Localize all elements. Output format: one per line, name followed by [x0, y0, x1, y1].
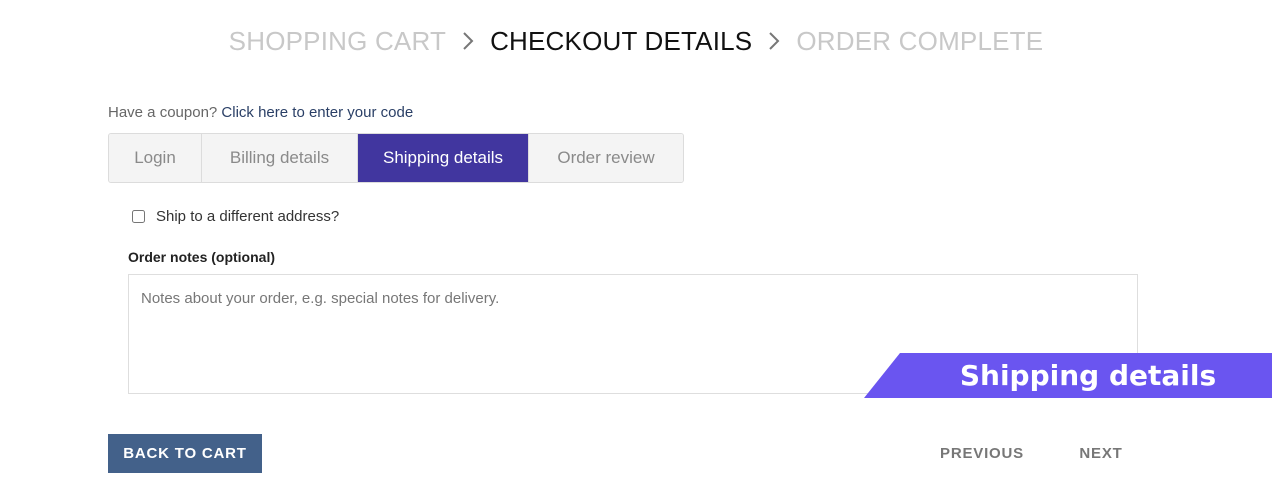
previous-button[interactable]: PREVIOUS — [932, 434, 1032, 473]
ribbon-text: Shipping details — [959, 359, 1217, 392]
ship-different-address[interactable]: Ship to a different address? — [132, 208, 339, 225]
coupon-notice: Have a coupon? Click here to enter your … — [108, 104, 413, 121]
order-notes-label: Order notes (optional) — [128, 249, 275, 265]
next-button[interactable]: NEXT — [1068, 434, 1134, 473]
back-to-cart-button[interactable]: BACK TO CART — [108, 434, 262, 473]
checkout-page: SHOPPING CART CHECKOUT DETAILS ORDER COM… — [0, 0, 1272, 504]
tab-billing-details[interactable]: Billing details — [202, 134, 358, 182]
step-order-complete: ORDER COMPLETE — [796, 25, 1044, 56]
step-checkout-details[interactable]: CHECKOUT DETAILS — [490, 26, 752, 57]
tab-order-review[interactable]: Order review — [529, 134, 683, 182]
tab-shipping-details[interactable]: Shipping details — [358, 134, 529, 182]
chevron-right-icon — [768, 31, 780, 51]
step-shopping-cart[interactable]: SHOPPING CART — [229, 26, 446, 57]
tab-login[interactable]: Login — [109, 134, 202, 182]
ship-different-address-label: Ship to a different address? — [156, 208, 340, 225]
coupon-prompt: Have a coupon? — [108, 104, 218, 121]
step-ribbon: Shipping details — [864, 353, 1272, 398]
chevron-right-icon — [462, 31, 474, 51]
coupon-link[interactable]: Click here to enter your code — [221, 104, 413, 121]
checkout-tabs: Login Billing details Shipping details O… — [108, 133, 684, 183]
checkout-steps: SHOPPING CART CHECKOUT DETAILS ORDER COM… — [0, 24, 1272, 58]
ship-different-address-checkbox[interactable] — [132, 210, 145, 223]
